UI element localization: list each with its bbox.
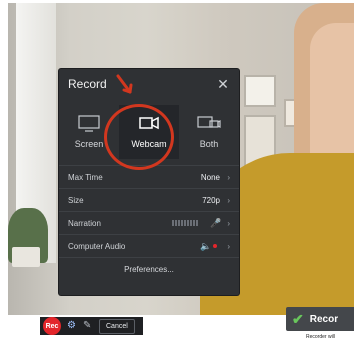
setting-narration[interactable]: Narration 🎤 › bbox=[59, 211, 239, 234]
toast-subtitle: Recorder will bbox=[306, 334, 335, 340]
settings-gear-icon[interactable]: ⚙ bbox=[67, 321, 77, 331]
draw-pen-icon[interactable]: ✎ bbox=[83, 321, 93, 331]
chevron-right-icon: › bbox=[227, 218, 230, 228]
wall-frame bbox=[244, 75, 276, 107]
speaker-icon: 🔈 bbox=[200, 240, 212, 251]
preferences-button[interactable]: Preferences... bbox=[59, 257, 239, 280]
source-label: Both bbox=[199, 139, 219, 149]
setting-size[interactable]: Size 720p › bbox=[59, 188, 239, 211]
recorder-toolbar: Rec ⚙ ✎ Cancel bbox=[40, 317, 143, 335]
cancel-button[interactable]: Cancel bbox=[99, 318, 135, 334]
microphone-icon: 🎤 bbox=[210, 217, 222, 228]
close-icon[interactable]: ✕ bbox=[216, 76, 230, 92]
setting-label: Narration bbox=[68, 218, 101, 228]
red-annotation-circle bbox=[104, 104, 174, 170]
screen-webcam-icon bbox=[197, 116, 221, 128]
checkmark-icon: ✔ bbox=[292, 310, 304, 327]
plant-pot bbox=[12, 247, 40, 267]
setting-label: Size bbox=[68, 195, 84, 205]
source-label: Screen bbox=[74, 139, 104, 149]
chevron-right-icon: › bbox=[227, 172, 230, 182]
monitor-icon bbox=[78, 115, 100, 132]
setting-value: None bbox=[200, 172, 220, 182]
toast-title: Recor bbox=[309, 313, 339, 325]
setting-value: 720p bbox=[202, 195, 220, 205]
mute-indicator bbox=[213, 244, 217, 248]
rec-button[interactable]: Rec bbox=[43, 317, 61, 335]
chevron-right-icon: › bbox=[227, 241, 230, 251]
chevron-right-icon: › bbox=[227, 195, 230, 205]
audio-level-meter bbox=[172, 220, 198, 226]
setting-label: Computer Audio bbox=[68, 241, 126, 251]
red-annotation-arrow bbox=[116, 74, 133, 94]
source-both-button[interactable]: Both bbox=[179, 105, 239, 159]
settings-list: Max Time None › Size 720p › Narration 🎤 … bbox=[59, 165, 239, 257]
setting-computer-audio[interactable]: Computer Audio 🔈 › bbox=[59, 234, 239, 257]
setting-label: Max Time bbox=[68, 172, 103, 182]
record-dialog: Record ✕ Screen Webcam Both Max Time Non… bbox=[59, 69, 239, 295]
success-toast: ✔ Recor bbox=[286, 307, 354, 331]
